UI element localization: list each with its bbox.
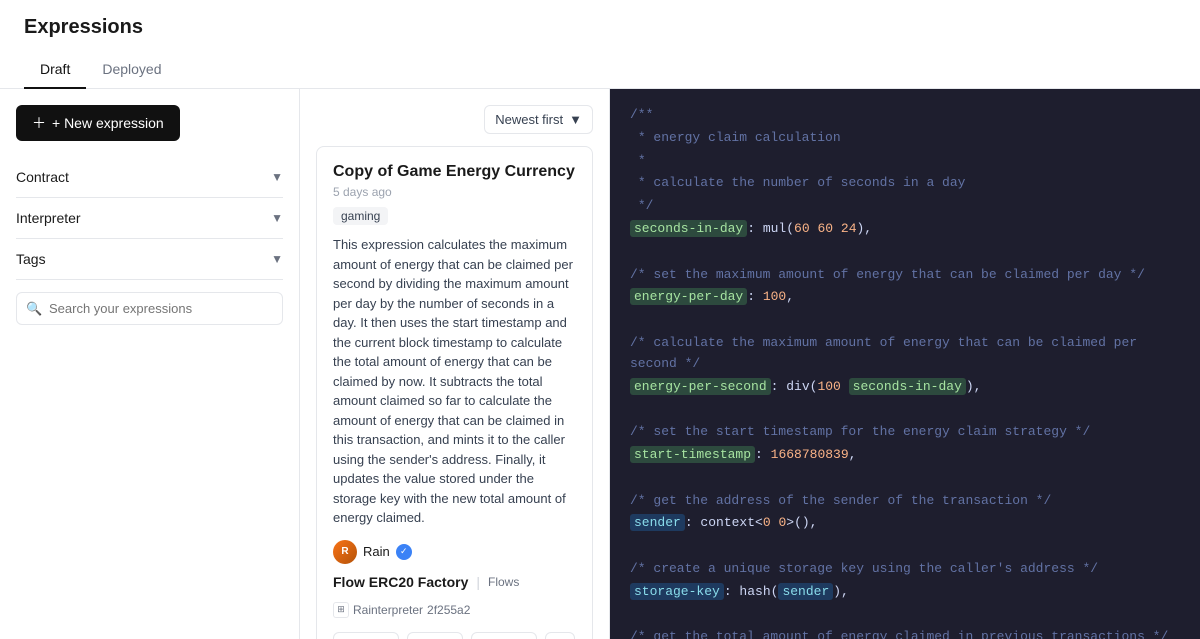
code-line (630, 605, 1180, 626)
avatar: R (333, 540, 357, 564)
code-line: energy-per-second: div(100 seconds-in-da… (630, 377, 1180, 398)
chevron-down-icon: ▼ (271, 170, 283, 184)
edit-button[interactable]: ✏ Edit (407, 632, 463, 639)
filter-tags-label: Tags (16, 251, 46, 267)
expression-card[interactable]: Copy of Game Energy Currency 5 days ago … (316, 146, 593, 639)
tab-draft[interactable]: Draft (24, 51, 86, 89)
separator: | (476, 574, 480, 590)
expression-list: Newest first ▼ Copy of Game Energy Curre… (300, 89, 610, 639)
main-layout: ＋ + New expression Contract ▼ Interprete… (0, 89, 1200, 639)
expression-description: This expression calculates the maximum a… (333, 235, 576, 528)
rainterpreter-hash: 2f255a2 (427, 603, 470, 617)
page-header: Expressions Draft Deployed (0, 0, 1200, 89)
code-line (630, 399, 1180, 420)
tab-deployed[interactable]: Deployed (86, 51, 177, 89)
code-line (630, 310, 1180, 331)
top-bar: Newest first ▼ (316, 105, 593, 134)
search-icon: 🔍 (26, 301, 42, 317)
code-line (630, 468, 1180, 489)
code-line: sender: context<0 0>(), (630, 513, 1180, 534)
filter-section: Contract ▼ Interpreter ▼ Tags ▼ (16, 157, 283, 280)
filter-tags[interactable]: Tags ▼ (16, 239, 283, 279)
more-button[interactable]: ⋯ (545, 632, 575, 639)
tab-bar: Draft Deployed (24, 51, 1176, 88)
code-line: * (630, 151, 1180, 172)
code-line: */ (630, 196, 1180, 217)
code-line: /* get the total amount of energy claime… (630, 627, 1180, 639)
code-line: /* set the maximum amount of energy that… (630, 265, 1180, 286)
filter-interpreter[interactable]: Interpreter ▼ (16, 198, 283, 239)
sidebar: ＋ + New expression Contract ▼ Interprete… (0, 89, 300, 639)
plus-icon: ＋ (32, 113, 46, 133)
code-line (630, 242, 1180, 263)
expression-title: Copy of Game Energy Currency (333, 163, 576, 181)
rainterpreter-name: Rainterpreter (353, 603, 423, 617)
share-button[interactable]: ▷ Share (471, 632, 538, 639)
code-panel: /** * energy claim calculation * * calcu… (610, 89, 1200, 639)
sort-dropdown[interactable]: Newest first ▼ (484, 105, 593, 134)
code-line: * energy claim calculation (630, 128, 1180, 149)
filter-interpreter-label: Interpreter (16, 210, 81, 226)
code-line: /* get the address of the sender of the … (630, 491, 1180, 512)
chevron-down-icon: ▼ (271, 252, 283, 266)
verified-icon: ✓ (396, 544, 412, 560)
rainterpreter-row: ⊞ Rainterpreter 2f255a2 (333, 602, 576, 618)
code-line: seconds-in-day: mul(60 60 24), (630, 219, 1180, 240)
code-line: /* calculate the maximum amount of energ… (630, 333, 1180, 375)
new-expression-label: + New expression (52, 115, 164, 131)
expression-date: 5 days ago (333, 185, 576, 199)
chevron-down-icon: ▼ (569, 112, 582, 127)
flow-type: Flows (488, 575, 519, 589)
code-line: /* set the start timestamp for the energ… (630, 422, 1180, 443)
code-line (630, 536, 1180, 557)
author-name: Rain (363, 544, 390, 559)
flow-name: Flow ERC20 Factory (333, 574, 468, 590)
sort-label: Newest first (495, 112, 563, 127)
view-button[interactable]: 👁 View (333, 632, 399, 639)
content-area: Newest first ▼ Copy of Game Energy Curre… (300, 89, 1200, 639)
rainterpreter-icon: ⊞ (333, 602, 349, 618)
search-box: 🔍 (16, 292, 283, 325)
filter-contract[interactable]: Contract ▼ (16, 157, 283, 198)
chevron-down-icon: ▼ (271, 211, 283, 225)
new-expression-button[interactable]: ＋ + New expression (16, 105, 180, 141)
filter-contract-label: Contract (16, 169, 69, 185)
code-line: /* create a unique storage key using the… (630, 559, 1180, 580)
code-line: /** (630, 105, 1180, 126)
author-row: R Rain ✓ (333, 540, 576, 564)
expression-tag: gaming (333, 207, 388, 225)
code-line: start-timestamp: 1668780839, (630, 445, 1180, 466)
code-line: storage-key: hash(sender), (630, 582, 1180, 603)
code-line: energy-per-day: 100, (630, 287, 1180, 308)
page-title: Expressions (24, 16, 1176, 39)
flow-row: Flow ERC20 Factory | Flows (333, 574, 576, 590)
search-input[interactable] (16, 292, 283, 325)
code-line: * calculate the number of seconds in a d… (630, 173, 1180, 194)
actions-row: 👁 View ✏ Edit ▷ Share ⋯ (333, 632, 576, 639)
